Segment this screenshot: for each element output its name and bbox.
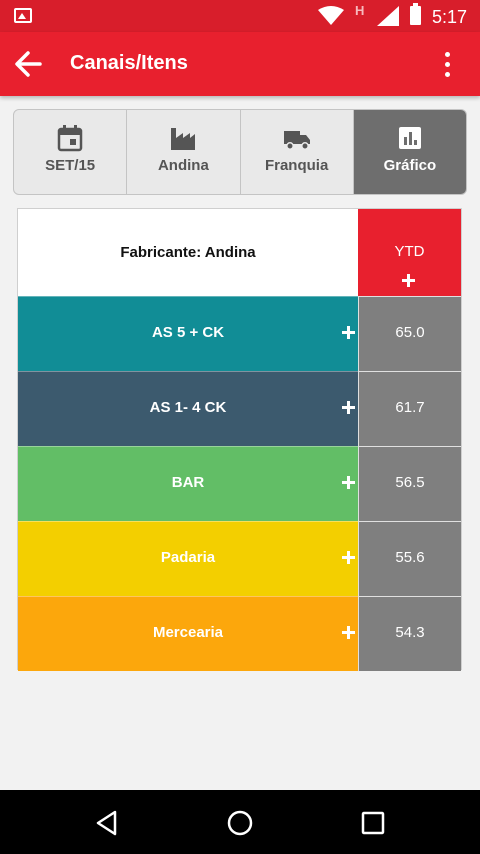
- row-label: AS 1- 4 CK: [149, 399, 227, 416]
- row-value: 55.6: [395, 549, 425, 566]
- expand-plus-icon[interactable]: [342, 626, 355, 639]
- tab-franchise-label: Franquia: [264, 157, 329, 174]
- row-label: AS 5 + CK: [151, 324, 225, 341]
- tab-bar: SET/15 Andina Franquia Gráfico: [13, 109, 467, 195]
- app-bar: Canais/Itens: [0, 32, 480, 96]
- expand-plus-icon[interactable]: [342, 326, 355, 339]
- back-arrow-icon[interactable]: [14, 51, 42, 77]
- row-label: Mercearia: [152, 624, 224, 641]
- status-bar: H 5:17: [0, 0, 480, 32]
- row-value-cell: 55.6: [358, 521, 461, 596]
- battery-icon: [410, 3, 421, 25]
- ytd-table: Fabricante: Andina YTD AS 5 + CK 65.0 AS…: [17, 208, 462, 671]
- wifi-icon: [318, 6, 344, 25]
- row-name-cell: Padaria: [18, 521, 358, 596]
- row-value-cell: 61.7: [358, 371, 461, 446]
- tab-franchise[interactable]: Franquia: [241, 110, 354, 194]
- calendar-icon: [57, 125, 83, 152]
- tab-period-label: SET/15: [45, 157, 96, 174]
- home-nav-icon[interactable]: [227, 810, 253, 836]
- ytd-expand-button[interactable]: YTD: [358, 209, 461, 296]
- gallery-notification-icon: [14, 8, 32, 23]
- back-nav-icon[interactable]: [94, 810, 120, 836]
- tab-manufacturer[interactable]: Andina: [127, 110, 241, 194]
- table-row[interactable]: Mercearia 54.3: [18, 596, 461, 671]
- table-row[interactable]: AS 5 + CK 65.0: [18, 296, 461, 371]
- status-time: 5:17: [432, 7, 468, 27]
- row-value: 54.3: [395, 624, 425, 641]
- row-name-cell: Mercearia: [18, 596, 358, 671]
- row-value-cell: 56.5: [358, 446, 461, 521]
- row-value: 61.7: [395, 399, 425, 416]
- tab-period[interactable]: SET/15: [14, 110, 128, 194]
- manufacturer-header: Fabricante: Andina: [18, 209, 358, 296]
- system-nav-bar: [0, 790, 480, 854]
- recents-nav-icon[interactable]: [360, 810, 386, 836]
- tab-chart[interactable]: Gráfico: [353, 110, 466, 194]
- row-name-cell: BAR: [18, 446, 358, 521]
- plus-icon: [402, 274, 415, 287]
- table-header: Fabricante: Andina YTD: [18, 209, 461, 296]
- ytd-label: YTD: [394, 243, 425, 260]
- network-type-label: H: [355, 3, 365, 18]
- row-name-cell: AS 5 + CK: [18, 296, 358, 371]
- signal-icon: [377, 6, 399, 26]
- table-row[interactable]: BAR 56.5: [18, 446, 461, 521]
- row-value: 65.0: [395, 324, 425, 341]
- row-value-cell: 54.3: [358, 596, 461, 671]
- tab-manufacturer-label: Andina: [157, 157, 209, 174]
- overflow-menu-icon[interactable]: [436, 48, 460, 80]
- row-value-cell: 65.0: [358, 296, 461, 371]
- tab-chart-label: Gráfico: [383, 157, 437, 174]
- row-name-cell: AS 1- 4 CK: [18, 371, 358, 446]
- table-row[interactable]: Padaria 55.6: [18, 521, 461, 596]
- page-title: Canais/Itens: [70, 52, 188, 74]
- expand-plus-icon[interactable]: [342, 551, 355, 564]
- row-label: Padaria: [160, 549, 216, 566]
- factory-icon: [171, 128, 196, 150]
- bar-chart-icon: [398, 127, 421, 149]
- row-label: BAR: [171, 474, 205, 491]
- expand-plus-icon[interactable]: [342, 476, 355, 489]
- table-row[interactable]: AS 1- 4 CK 61.7: [18, 371, 461, 446]
- truck-icon: [283, 131, 310, 150]
- expand-plus-icon[interactable]: [342, 401, 355, 414]
- row-value: 56.5: [395, 474, 425, 491]
